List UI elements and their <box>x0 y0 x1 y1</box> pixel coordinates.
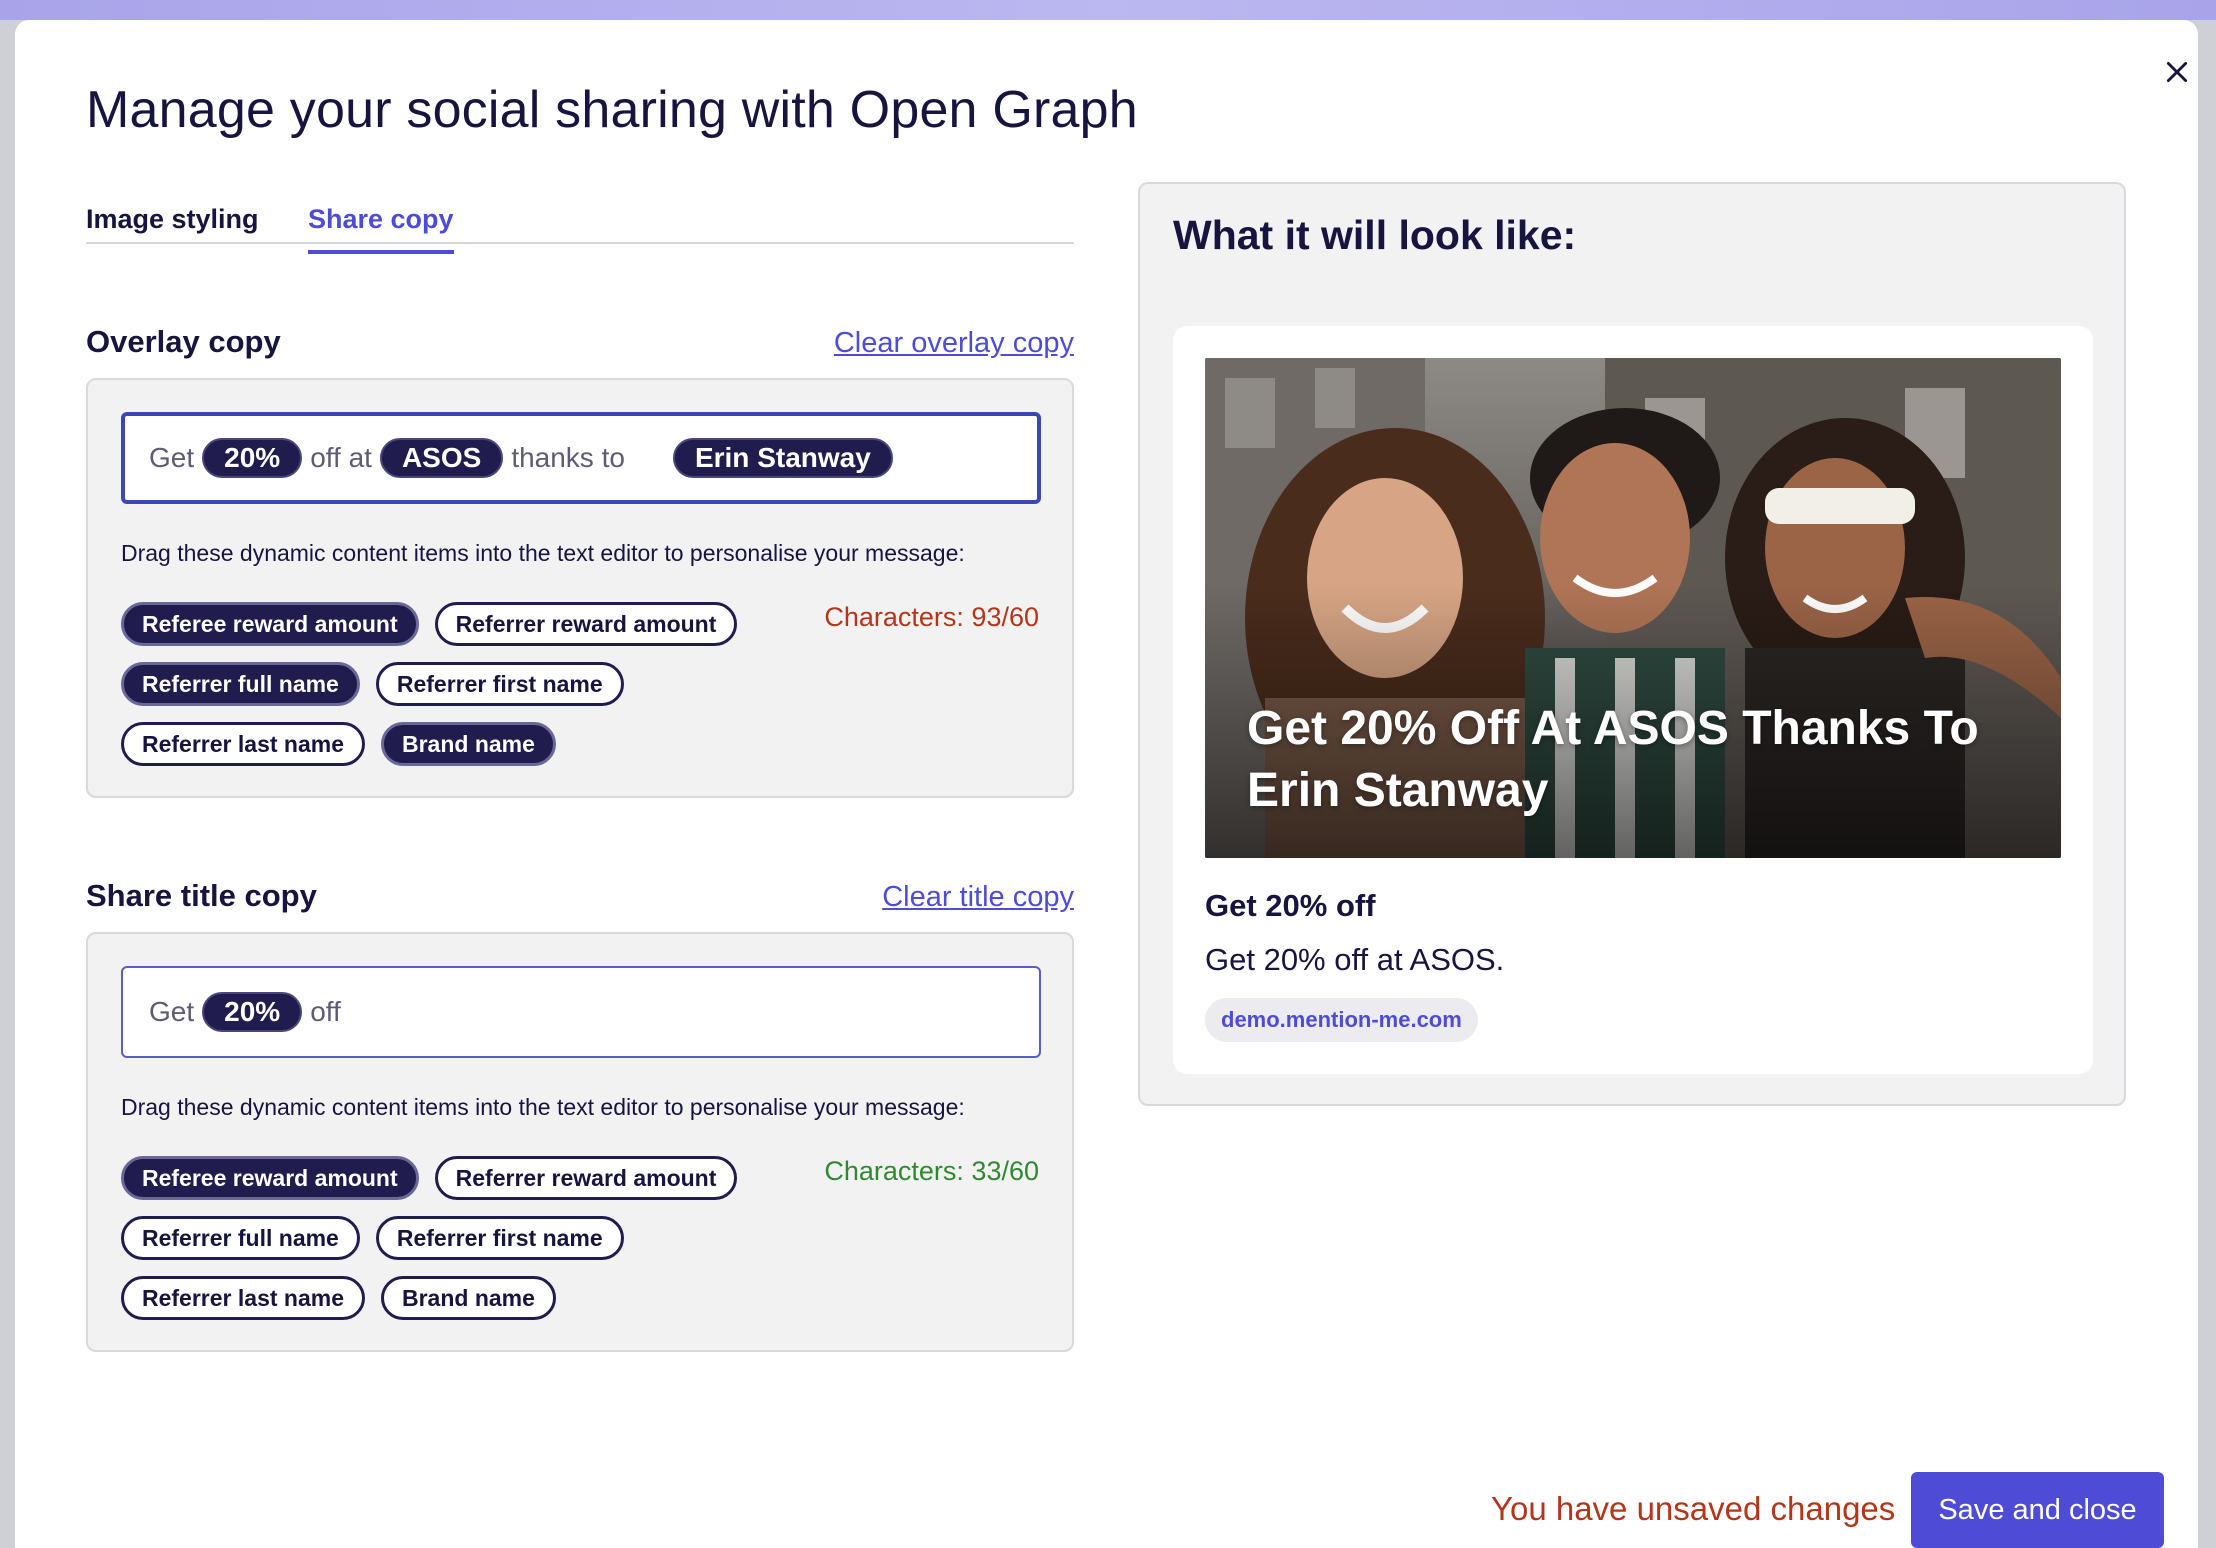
chip-referrer-first-name[interactable]: Referrer first name <box>375 662 624 706</box>
og-domain-badge: demo.mention-me.com <box>1205 998 1478 1042</box>
chip-referrer-reward[interactable]: Referrer reward amount <box>434 1156 738 1200</box>
close-icon <box>2166 61 2188 83</box>
open-graph-modal: Manage your social sharing with Open Gra… <box>15 20 2198 1548</box>
chip-brand-name[interactable]: Brand name <box>381 722 556 766</box>
og-preview-image: Get 20% Off At ASOS Thanks To Erin Stanw… <box>1205 358 2061 858</box>
overlay-char-count: Characters: 93/60 <box>824 602 1039 632</box>
chip-brand-name[interactable]: Brand name <box>381 1276 556 1320</box>
preview-heading: What it will look like: <box>1173 212 1577 258</box>
title-section-header: Share title copy Clear title copy <box>86 878 1074 914</box>
chip-referee-reward[interactable]: Referee reward amount <box>121 1156 419 1200</box>
token-brand[interactable]: ASOS <box>379 438 504 478</box>
title-chip-list: Referee reward amount Referrer reward am… <box>121 1156 741 1336</box>
og-preview-card: Get 20% Off At ASOS Thanks To Erin Stanw… <box>1173 326 2093 1074</box>
chip-referee-reward[interactable]: Referee reward amount <box>121 602 419 646</box>
og-description: Get 20% off at ASOS. <box>1205 942 1505 977</box>
chip-referrer-full-name[interactable]: Referrer full name <box>121 662 360 706</box>
save-and-close-button[interactable]: Save and close <box>1911 1472 2164 1548</box>
chip-referrer-first-name[interactable]: Referrer first name <box>375 1216 624 1260</box>
cut-off-section <box>86 1448 1074 1462</box>
clear-title-link[interactable]: Clear title copy <box>882 881 1074 914</box>
clear-overlay-link[interactable]: Clear overlay copy <box>834 327 1074 360</box>
chip-referrer-last-name[interactable]: Referrer last name <box>121 722 365 766</box>
title-panel: Get 20% off Drag these dynamic content i… <box>86 932 1074 1352</box>
title-section-title: Share title copy <box>86 878 317 913</box>
tab-image-styling[interactable]: Image styling <box>86 204 259 251</box>
og-title: Get 20% off <box>1205 888 1376 923</box>
chip-referrer-last-name[interactable]: Referrer last name <box>121 1276 365 1320</box>
overlay-chip-list: Referee reward amount Referrer reward am… <box>121 602 741 782</box>
preview-panel: What it will look like: Get 20% Off At A… <box>1138 182 2126 1106</box>
overlay-editor[interactable]: Get 20% off at ASOS thanks to Erin Stanw… <box>121 412 1041 504</box>
overlay-panel: Get 20% off at ASOS thanks to Erin Stanw… <box>86 378 1074 798</box>
editor-text: off at <box>310 442 372 473</box>
drag-hint: Drag these dynamic content items into th… <box>121 540 965 566</box>
token-referee-reward[interactable]: 20% <box>202 992 303 1032</box>
chip-referrer-reward[interactable]: Referrer reward amount <box>434 602 738 646</box>
og-overlay-text: Get 20% Off At ASOS Thanks To Erin Stanw… <box>1247 702 1979 817</box>
page-title: Manage your social sharing with Open Gra… <box>86 81 1138 139</box>
tab-bar: Image styling Share copy <box>86 180 1074 254</box>
title-editor[interactable]: Get 20% off <box>121 966 1041 1058</box>
overlay-section-title: Overlay copy <box>86 324 281 359</box>
tab-share-copy[interactable]: Share copy <box>308 204 454 254</box>
unsaved-changes-warning: You have unsaved changes <box>1491 1490 1896 1527</box>
editor-text: off <box>310 996 341 1027</box>
editor-text: Get <box>149 442 195 473</box>
close-button[interactable] <box>2155 50 2198 94</box>
editor-text: thanks to <box>511 442 625 473</box>
drag-hint: Drag these dynamic content items into th… <box>121 1094 965 1120</box>
chip-referrer-full-name[interactable]: Referrer full name <box>121 1216 360 1260</box>
editor-text: Get <box>149 996 195 1027</box>
title-char-count: Characters: 33/60 <box>824 1156 1039 1186</box>
token-referee-reward[interactable]: 20% <box>202 438 303 478</box>
token-referrer-full-name[interactable]: Erin Stanway <box>672 438 893 478</box>
overlay-section-header: Overlay copy Clear overlay copy <box>86 324 1074 360</box>
